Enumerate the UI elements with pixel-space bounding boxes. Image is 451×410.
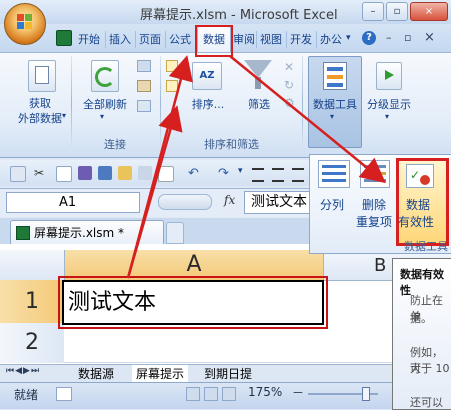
arrow-to-sort <box>126 105 183 279</box>
annotation-arrows <box>126 55 386 279</box>
arrow-to-validation <box>229 55 386 184</box>
office-logo-icon <box>17 14 33 30</box>
office-button[interactable] <box>4 3 46 45</box>
